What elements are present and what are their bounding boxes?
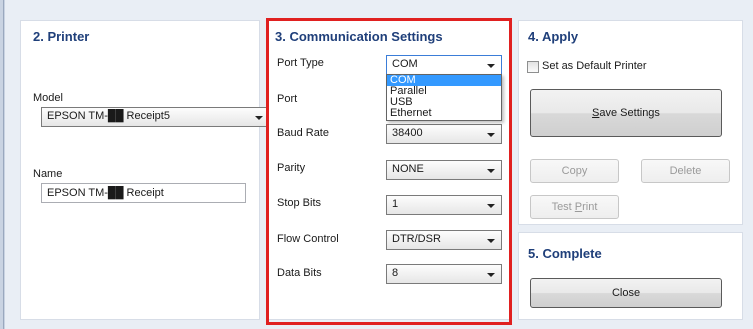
- chevron-down-icon: [255, 116, 263, 120]
- test-print-label-pre: Test: [551, 201, 575, 213]
- model-select[interactable]: EPSON TM-██ Receipt5: [41, 107, 270, 127]
- complete-panel: 5. Complete Close: [518, 232, 743, 320]
- save-settings-accel: S: [592, 107, 600, 119]
- default-printer-checkbox[interactable]: [527, 61, 539, 73]
- copy-button-label: Copy: [561, 165, 588, 177]
- complete-panel-title: 5. Complete: [528, 246, 602, 261]
- copy-button[interactable]: Copy: [530, 159, 619, 183]
- name-field[interactable]: EPSON TM-██ Receipt: [41, 183, 246, 203]
- test-print-label-post: rint: [582, 201, 598, 213]
- save-settings-button[interactable]: Save Settings: [530, 89, 722, 137]
- save-settings-label-post: ave Settings: [599, 107, 660, 119]
- window-left-edge: [0, 0, 5, 329]
- name-label: Name: [33, 168, 63, 180]
- apply-panel: 4. Apply Set as Default Printer Save Set…: [518, 20, 743, 225]
- printer-panel-title: 2. Printer: [33, 29, 90, 44]
- test-print-accel: P: [574, 201, 583, 213]
- default-printer-label[interactable]: Set as Default Printer: [542, 60, 647, 72]
- close-button[interactable]: Close: [530, 278, 722, 308]
- apply-panel-title: 4. Apply: [528, 29, 579, 44]
- highlight-frame: [266, 18, 512, 325]
- model-label: Model: [33, 92, 63, 104]
- close-button-label: Close: [611, 287, 641, 299]
- delete-button[interactable]: Delete: [641, 159, 730, 183]
- delete-button-label: Delete: [669, 165, 702, 177]
- model-select-value: EPSON TM-██ Receipt5: [47, 110, 170, 122]
- printer-panel: 2. Printer Model EPSON TM-██ Receipt5 Na…: [20, 20, 270, 320]
- test-print-button[interactable]: Test Print: [530, 195, 619, 219]
